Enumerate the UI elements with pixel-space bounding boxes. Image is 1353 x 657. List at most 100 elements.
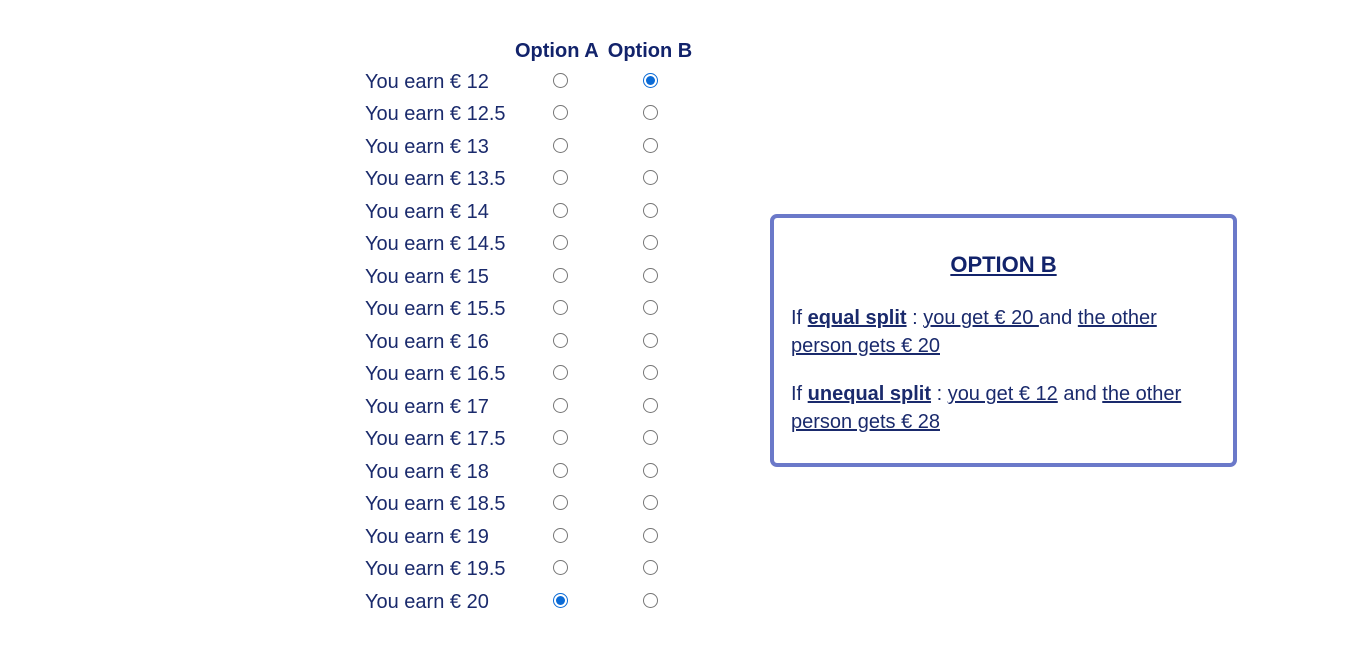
option-a-radio[interactable] <box>552 72 568 88</box>
row-label: You earn € 14.5 <box>365 233 506 256</box>
unequal-split-and: and <box>1057 383 1103 405</box>
option-b-cell <box>605 229 695 262</box>
option-a-radio[interactable] <box>552 267 568 283</box>
table-row: You earn € 14 <box>357 196 695 229</box>
table-row: You earn € 13.5 <box>357 164 695 197</box>
header-spacer <box>357 36 515 66</box>
option-a-cell <box>515 196 605 229</box>
table-row: You earn € 18.5 <box>357 489 695 522</box>
table-row: You earn € 19.5 <box>357 554 695 587</box>
option-b-radio[interactable] <box>642 430 658 446</box>
row-label: You earn € 18 <box>365 460 489 483</box>
option-b-radio[interactable] <box>642 72 658 88</box>
option-a-cell <box>515 66 605 99</box>
table-row: You earn € 15 <box>357 261 695 294</box>
option-a-radio[interactable] <box>552 592 568 608</box>
option-a-radio[interactable] <box>552 202 568 218</box>
option-b-info-box: OPTION B If equal split : you get € 20 a… <box>770 214 1237 467</box>
header-option-b: Option B <box>607 39 693 62</box>
option-b-radio[interactable] <box>642 592 658 608</box>
equal-split-you-get: you get € 20 <box>923 307 1039 329</box>
option-a-cell <box>515 261 605 294</box>
option-a-radio[interactable] <box>552 527 568 543</box>
table-row: You earn € 20 <box>357 586 695 619</box>
option-b-radio[interactable] <box>642 235 658 251</box>
option-b-radio[interactable] <box>642 495 658 511</box>
option-b-cell <box>605 261 695 294</box>
option-a-cell <box>515 521 605 554</box>
option-b-radio[interactable] <box>642 560 658 576</box>
equal-split-label: equal split <box>807 307 907 329</box>
option-b-cell <box>605 294 695 327</box>
option-b-radio[interactable] <box>642 137 658 153</box>
option-b-cell <box>605 456 695 489</box>
unequal-split-line: If unequal split : you get € 12 and the … <box>791 380 1211 436</box>
table-row: You earn € 12.5 <box>357 99 695 132</box>
option-a-radio[interactable] <box>552 365 568 381</box>
equal-split-sep: : <box>906 307 924 329</box>
table-row: You earn € 16 <box>357 326 695 359</box>
option-b-cell <box>605 99 695 132</box>
option-b-radio[interactable] <box>642 267 658 283</box>
option-a-radio[interactable] <box>552 462 568 478</box>
option-a-radio[interactable] <box>552 105 568 121</box>
option-a-cell <box>515 99 605 132</box>
option-a-radio[interactable] <box>552 170 568 186</box>
option-b-radio[interactable] <box>642 202 658 218</box>
option-a-radio[interactable] <box>552 332 568 348</box>
row-label: You earn € 13 <box>365 135 489 158</box>
option-b-cell <box>605 164 695 197</box>
table-row: You earn € 17.5 <box>357 424 695 457</box>
option-a-radio[interactable] <box>552 397 568 413</box>
row-label: You earn € 20 <box>365 590 489 613</box>
option-b-radio[interactable] <box>642 300 658 316</box>
row-label: You earn € 17 <box>365 395 489 418</box>
option-a-radio[interactable] <box>552 495 568 511</box>
option-b-radio[interactable] <box>642 105 658 121</box>
option-b-cell <box>605 586 695 619</box>
table-row: You earn € 12 <box>357 66 695 99</box>
option-a-cell <box>515 131 605 164</box>
row-label: You earn € 17.5 <box>365 428 506 451</box>
option-b-radio[interactable] <box>642 365 658 381</box>
option-a-radio[interactable] <box>552 430 568 446</box>
row-label: You earn € 15 <box>365 265 489 288</box>
option-b-radio[interactable] <box>642 332 658 348</box>
table-row: You earn € 16.5 <box>357 359 695 392</box>
table-row: You earn € 18 <box>357 456 695 489</box>
option-b-cell <box>605 391 695 424</box>
info-box-title: OPTION B <box>950 252 1057 277</box>
option-a-radio[interactable] <box>552 300 568 316</box>
row-label: You earn € 19.5 <box>365 558 506 581</box>
option-a-cell <box>515 164 605 197</box>
equal-split-prefix: If <box>791 307 808 329</box>
option-a-cell <box>515 424 605 457</box>
choice-rows: You earn € 12 You earn € 12.5 You earn € 1… <box>357 66 695 619</box>
option-b-radio[interactable] <box>642 397 658 413</box>
option-a-cell <box>515 586 605 619</box>
option-a-radio[interactable] <box>552 137 568 153</box>
unequal-split-you-get: you get € 12 <box>947 383 1058 405</box>
option-a-cell <box>515 294 605 327</box>
choice-table: Option A Option B You earn € 12 You earn … <box>357 36 695 619</box>
option-a-radio[interactable] <box>552 235 568 251</box>
option-a-cell <box>515 359 605 392</box>
option-a-radio[interactable] <box>552 560 568 576</box>
option-b-cell <box>605 424 695 457</box>
option-b-radio[interactable] <box>642 170 658 186</box>
option-b-radio[interactable] <box>642 527 658 543</box>
option-a-cell <box>515 456 605 489</box>
row-label: You earn € 12.5 <box>365 103 506 126</box>
option-b-cell <box>605 66 695 99</box>
row-label: You earn € 18.5 <box>365 493 506 516</box>
option-b-cell <box>605 489 695 522</box>
option-b-cell <box>605 554 695 587</box>
option-b-cell <box>605 131 695 164</box>
table-row: You earn € 14.5 <box>357 229 695 262</box>
option-b-radio[interactable] <box>642 462 658 478</box>
row-label: You earn € 15.5 <box>365 298 506 321</box>
equal-split-line: If equal split : you get € 20 and the ot… <box>791 304 1211 360</box>
option-b-cell <box>605 359 695 392</box>
table-row: You earn € 13 <box>357 131 695 164</box>
equal-split-and: and <box>1038 307 1078 329</box>
